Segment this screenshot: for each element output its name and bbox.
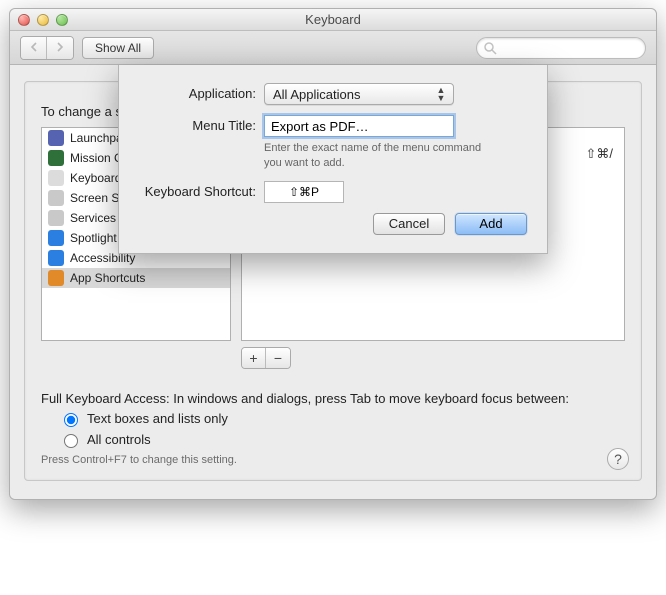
full-keyboard-access-label: Full Keyboard Access: In windows and dia… [41, 391, 625, 406]
radio-text-boxes-only[interactable]: Text boxes and lists only [59, 410, 625, 427]
application-label: Application: [129, 83, 264, 101]
chevron-left-icon [30, 42, 38, 52]
spotlight-icon [48, 230, 64, 246]
show-all-button[interactable]: Show All [82, 37, 154, 59]
radio-all-controls[interactable]: All controls [59, 431, 625, 448]
keyboard-icon [48, 170, 64, 186]
forward-button[interactable] [47, 37, 73, 59]
list-item-label: Services [70, 211, 116, 225]
add-button[interactable]: Add [455, 213, 527, 235]
add-shortcut-sheet: Application: All Applications ▲▼ Menu Ti… [118, 65, 548, 254]
minimize-icon[interactable] [37, 14, 49, 26]
list-item-label: App Shortcuts [70, 271, 145, 285]
popup-arrows-icon: ▲▼ [433, 86, 449, 102]
nav-segment [20, 36, 74, 60]
radio-all-controls-input[interactable] [64, 434, 78, 448]
titlebar: Keyboard [10, 9, 656, 31]
services-icon [48, 210, 64, 226]
existing-shortcut-value: ⇧⌘/ [585, 146, 613, 162]
toolbar: Show All [10, 31, 656, 65]
keyboard-shortcut-label: Keyboard Shortcut: [129, 181, 264, 199]
zoom-icon[interactable] [56, 14, 68, 26]
preferences-window: Keyboard Show All To change a shortcut, … [9, 8, 657, 500]
chevron-right-icon [56, 42, 64, 52]
list-item[interactable]: App Shortcuts [42, 268, 230, 288]
keyboard-shortcut-input[interactable] [264, 181, 344, 203]
application-popup-value: All Applications [273, 87, 360, 102]
plus-minus-segment: + − [241, 347, 291, 369]
fka-hint: Press Control+F7 to change this setting. [41, 454, 625, 466]
search-wrapper [476, 37, 646, 59]
application-popup[interactable]: All Applications ▲▼ [264, 83, 454, 105]
remove-shortcut-button[interactable]: − [266, 348, 290, 368]
close-icon[interactable] [18, 14, 30, 26]
menu-title-help: Enter the exact name of the menu command… [264, 141, 484, 171]
add-shortcut-button[interactable]: + [242, 348, 266, 368]
radio-text-boxes-only-input[interactable] [64, 413, 78, 427]
menu-title-input[interactable] [264, 115, 454, 137]
page-title: Keyboard [10, 12, 656, 27]
cancel-button[interactable]: Cancel [373, 213, 445, 235]
accessibility-icon [48, 250, 64, 266]
list-item-label: Keyboard [70, 171, 121, 185]
window-controls [18, 14, 68, 26]
help-button[interactable]: ? [607, 448, 629, 470]
list-item-label: Spotlight [70, 231, 117, 245]
search-input[interactable] [476, 37, 646, 59]
screenshots-icon [48, 190, 64, 206]
radio-all-controls-label: All controls [87, 432, 151, 447]
app-shortcuts-icon [48, 270, 64, 286]
search-icon [483, 41, 497, 55]
radio-text-boxes-only-label: Text boxes and lists only [87, 411, 228, 426]
menu-title-label: Menu Title: [129, 115, 264, 133]
back-button[interactable] [21, 37, 47, 59]
mission-control-icon [48, 150, 64, 166]
launchpad-icon [48, 130, 64, 146]
help-icon: ? [614, 451, 622, 467]
